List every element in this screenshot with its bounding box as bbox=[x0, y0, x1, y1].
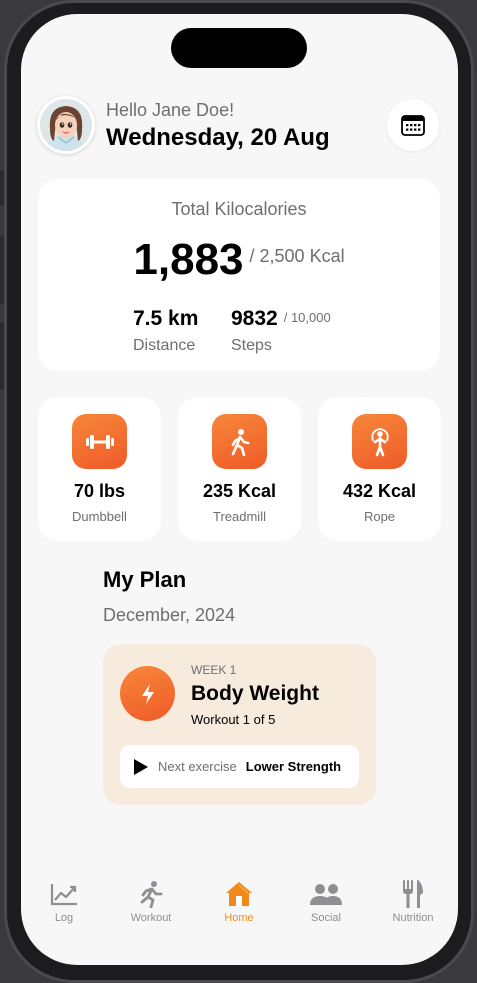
distance-stat: 7.5 km Distance bbox=[133, 307, 198, 355]
tab-label: Log bbox=[54, 912, 74, 924]
plan-section-title: My Plan bbox=[103, 567, 187, 592]
next-exercise-button[interactable]: Next exercise Lower Strength bbox=[120, 745, 359, 788]
treadmill-label: Treadmill bbox=[213, 509, 266, 524]
home-icon bbox=[196, 878, 282, 910]
running-icon bbox=[108, 878, 194, 910]
kilocalories-card[interactable]: Total Kilocalories 1,883/ 2,500 Kcal 7.5… bbox=[38, 179, 440, 371]
fork-knife-icon bbox=[370, 878, 456, 910]
chart-icon bbox=[21, 878, 107, 910]
tab-home[interactable]: Home bbox=[196, 878, 282, 924]
people-icon bbox=[283, 878, 369, 910]
rope-card[interactable]: 432 Kcal Rope bbox=[318, 397, 441, 541]
app-screen: Hello Jane Doe! Wednesday, 20 Aug Total … bbox=[21, 14, 458, 965]
volume-down-button bbox=[0, 322, 4, 390]
distance-label: Distance bbox=[133, 337, 196, 354]
steps-value: 9832 bbox=[231, 307, 278, 330]
steps-stat: 9832 / 10,000 Steps bbox=[231, 307, 331, 355]
plan-name: Body Weight bbox=[191, 682, 319, 705]
plan-card[interactable]: WEEK 1 Body Weight Workout 1 of 5 Next e… bbox=[103, 644, 376, 805]
next-exercise-label: Next exercise bbox=[158, 759, 237, 774]
tab-label: Workout bbox=[130, 912, 172, 924]
page-title: Wednesday, 20 Aug bbox=[106, 124, 330, 151]
avatar-image bbox=[40, 99, 92, 151]
dumbbell-value: 70 lbs bbox=[73, 481, 126, 501]
tab-workout[interactable]: Workout bbox=[108, 878, 194, 924]
avatar[interactable] bbox=[37, 96, 95, 154]
tab-label: Home bbox=[224, 912, 254, 924]
steps-goal: / 10,000 bbox=[283, 310, 331, 325]
dumbbell-icon bbox=[72, 414, 127, 469]
play-icon bbox=[134, 758, 148, 775]
calendar-button[interactable] bbox=[387, 99, 439, 151]
rope-value: 432 Kcal bbox=[342, 481, 417, 501]
treadmill-value: 235 Kcal bbox=[202, 481, 277, 501]
distance-value: 7.5 km bbox=[133, 307, 199, 330]
greeting-text: Hello Jane Doe! bbox=[106, 100, 235, 120]
treadmill-card[interactable]: 235 Kcal Treadmill bbox=[178, 397, 301, 541]
kilocalories-label: Total Kilocalories bbox=[171, 199, 307, 219]
calendar-icon bbox=[401, 115, 425, 136]
kilocalories-goal: / 2,500 Kcal bbox=[249, 246, 345, 266]
tab-label: Nutrition bbox=[392, 912, 434, 924]
jump-rope-icon bbox=[352, 414, 407, 469]
walking-icon bbox=[212, 414, 267, 469]
next-exercise-value: Lower Strength bbox=[245, 759, 342, 774]
volume-up-button bbox=[0, 236, 4, 304]
dumbbell-card[interactable]: 70 lbs Dumbbell bbox=[38, 397, 161, 541]
tab-nutrition[interactable]: Nutrition bbox=[370, 878, 456, 924]
plan-progress: Workout 1 of 5 bbox=[191, 712, 276, 727]
lightning-icon bbox=[120, 666, 175, 721]
rope-label: Rope bbox=[363, 509, 396, 524]
plan-date: December, 2024 bbox=[103, 605, 236, 625]
tab-label: Social bbox=[311, 912, 341, 924]
mute-switch bbox=[0, 170, 4, 206]
dumbbell-label: Dumbbell bbox=[72, 509, 127, 524]
plan-week: WEEK 1 bbox=[191, 663, 237, 677]
tab-log[interactable]: Log bbox=[21, 878, 107, 924]
steps-label: Steps bbox=[231, 337, 272, 354]
tab-social[interactable]: Social bbox=[283, 878, 369, 924]
kilocalories-value: 1,883 bbox=[133, 235, 244, 284]
dynamic-island bbox=[171, 28, 307, 68]
